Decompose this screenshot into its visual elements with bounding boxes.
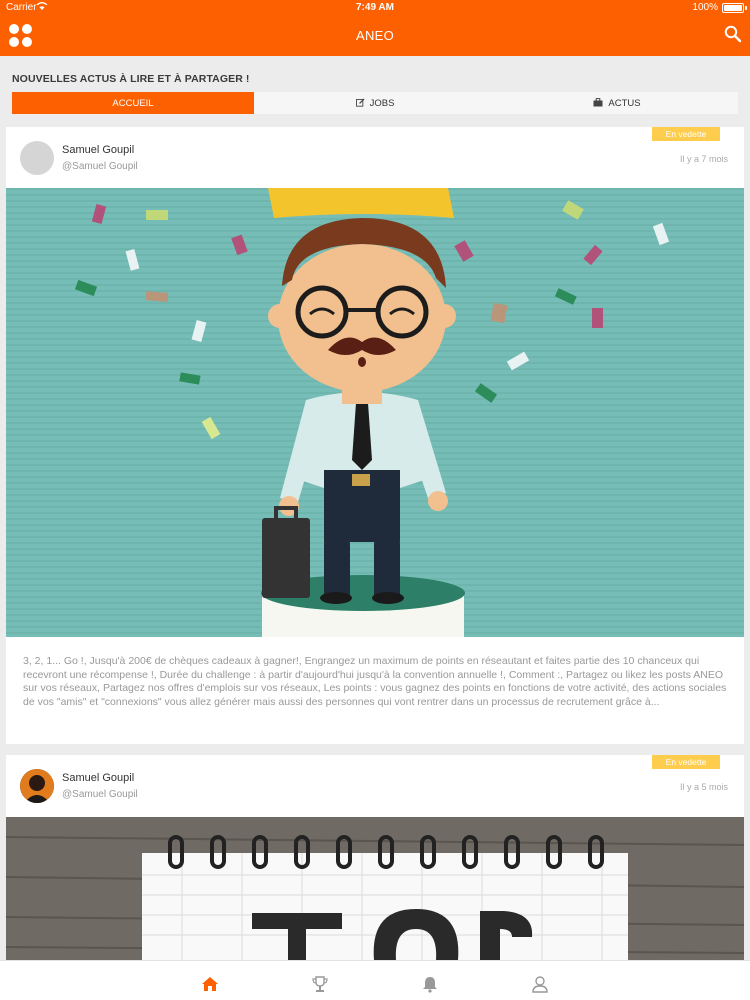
post-excerpt: 3, 2, 1... Go !, Jusqu'à 200€ de chèques… — [23, 655, 727, 708]
tab-accueil[interactable]: ACCUEIL — [12, 92, 254, 114]
profile-icon[interactable] — [531, 975, 549, 993]
post-handle: @Samuel Goupil — [62, 161, 138, 172]
bottom-nav — [0, 960, 750, 1000]
post-time: Il y a 7 mois — [679, 154, 728, 164]
trophy-icon[interactable] — [311, 975, 329, 993]
tab-label: ACTUS — [608, 97, 641, 109]
bell-icon[interactable] — [421, 975, 439, 993]
status-time: 7:49 AM — [356, 2, 394, 13]
battery-icon — [722, 3, 744, 13]
post-image[interactable] — [6, 188, 744, 637]
app-title: ANEO — [355, 28, 395, 43]
post-author[interactable]: Samuel Goupil — [62, 144, 134, 156]
notepad-lettering — [252, 909, 533, 960]
edit-icon — [355, 97, 365, 109]
tab-actus[interactable]: ACTUS — [496, 92, 738, 114]
home-icon[interactable] — [201, 975, 219, 993]
tab-jobs[interactable]: JOBS — [254, 92, 496, 114]
avatar[interactable] — [20, 769, 54, 803]
status-bar: Carrier 7:49 AM 100% — [0, 0, 750, 16]
app-bar: Carrier 7:49 AM 100% ANEO — [0, 0, 750, 56]
battery-level: 100% — [692, 2, 718, 13]
post-image[interactable] — [6, 817, 744, 960]
post-handle: @Samuel Goupil — [62, 789, 138, 800]
post-author[interactable]: Samuel Goupil — [62, 772, 134, 784]
post-card[interactable]: Samuel Goupil @Samuel Goupil En vedette … — [6, 755, 744, 960]
search-icon[interactable] — [724, 25, 742, 43]
post-time: Il y a 5 mois — [679, 782, 728, 792]
tab-label: ACCUEIL — [112, 97, 154, 109]
avatar[interactable] — [20, 141, 54, 175]
tab-bar: ACCUEIL JOBS ACTUS — [12, 92, 738, 114]
post-card[interactable]: Samuel Goupil @Samuel Goupil En vedette … — [6, 127, 744, 744]
page-tagline: NOUVELLES ACTUS À LIRE ET À PARTAGER ! — [12, 73, 250, 85]
tab-label: JOBS — [369, 97, 395, 109]
featured-badge: En vedette — [652, 755, 720, 769]
briefcase-icon — [593, 97, 603, 109]
featured-badge: En vedette — [652, 127, 720, 141]
